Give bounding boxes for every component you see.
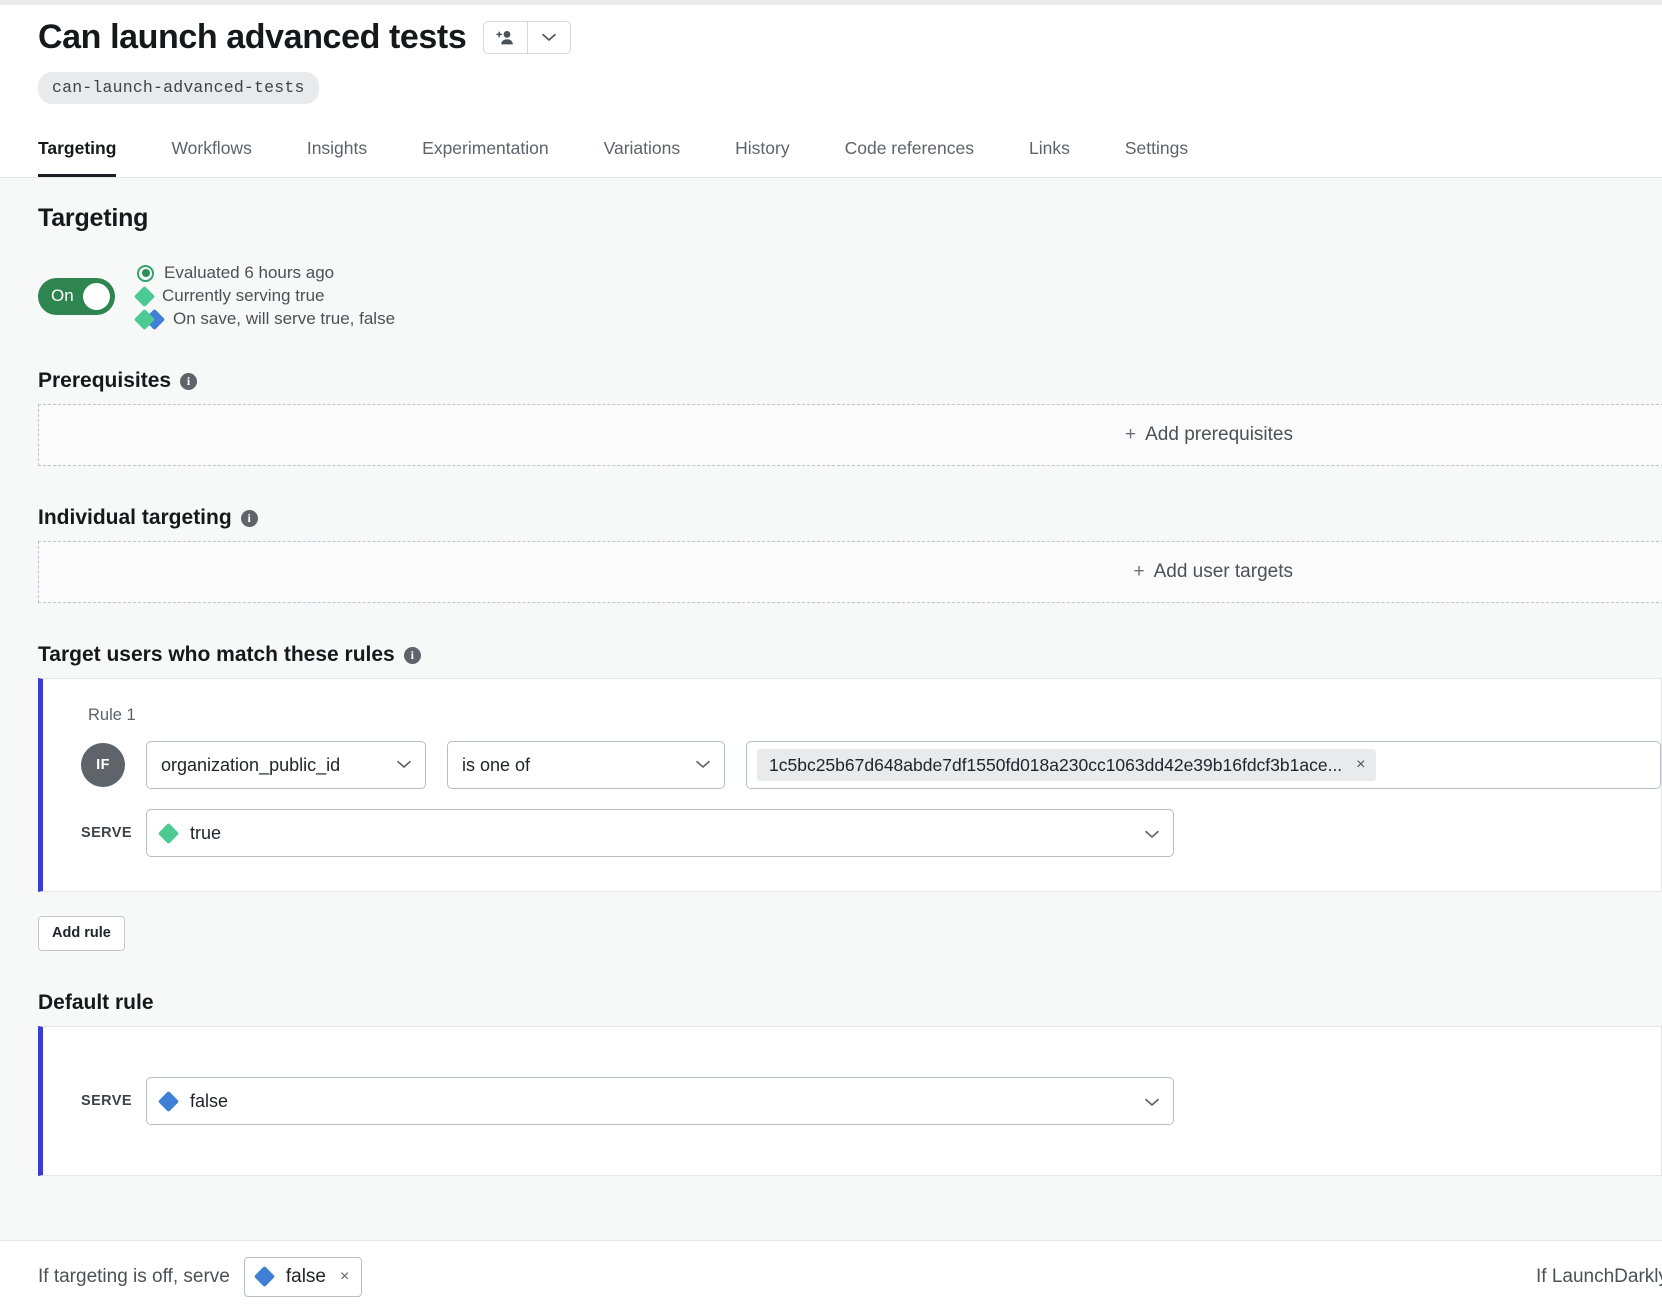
if-badge: IF — [81, 743, 125, 787]
rule-serve-select[interactable]: true — [146, 809, 1174, 857]
plus-icon: + — [1125, 424, 1136, 446]
title-row: Can launch advanced tests — [0, 19, 1662, 56]
individual-targeting-dropzone[interactable]: + Add user targets — [38, 541, 1662, 603]
add-rule-button[interactable]: Add rule — [38, 916, 125, 951]
default-rule-card: SERVE false — [38, 1026, 1662, 1176]
prerequisites-heading: Prerequisites — [38, 369, 171, 393]
add-person-icon[interactable] — [484, 22, 527, 53]
operator-select[interactable]: is one of — [447, 741, 725, 789]
off-variation-row: If targeting is off, serve false × — [38, 1257, 362, 1297]
flag-header: Can launch advanced tests can-launch-adv… — [0, 5, 1662, 178]
tab-workflows[interactable]: Workflows — [171, 126, 251, 177]
add-user-targets-label: Add user targets — [1154, 561, 1293, 583]
targeting-toggle-label: On — [51, 286, 74, 306]
plus-icon: + — [1133, 561, 1144, 583]
info-icon[interactable]: i — [404, 647, 421, 664]
default-rule-heading: Default rule — [38, 991, 154, 1015]
chevron-down-icon[interactable] — [527, 22, 570, 53]
info-icon[interactable]: i — [180, 373, 197, 390]
prerequisites-heading-row: Prerequisites i — [38, 369, 1662, 393]
value-chip[interactable]: 1c5bc25b67d648abde7df1550fd018a230cc1063… — [757, 749, 1376, 781]
status-line-evaluated: Evaluated 6 hours ago — [137, 263, 395, 283]
status-line-serving: Currently serving true — [137, 286, 395, 306]
status-line-on-save: On save, will serve true, false — [137, 309, 395, 329]
value-chip-text: 1c5bc25b67d648abde7df1550fd018a230cc1063… — [769, 755, 1342, 776]
rule-label: Rule 1 — [88, 706, 1661, 725]
rule-serve-value: true — [190, 823, 221, 844]
rule-clause-row: IF organization_public_id is one of 1c5b… — [81, 741, 1661, 789]
pulse-icon — [137, 265, 154, 282]
default-serve-row: SERVE false — [81, 1077, 1661, 1125]
status-text-evaluated: Evaluated 6 hours ago — [164, 263, 334, 283]
flag-tabs: Targeting Workflows Insights Experimenta… — [0, 126, 1662, 178]
green-diamond-icon — [134, 286, 155, 307]
rule-serve-row: SERVE true — [81, 809, 1661, 857]
off-variation-value: false — [286, 1266, 326, 1288]
page-title: Can launch advanced tests — [38, 19, 466, 56]
chevron-down-icon — [1145, 823, 1159, 844]
tab-settings[interactable]: Settings — [1125, 126, 1188, 177]
individual-targeting-heading-row: Individual targeting i — [38, 506, 1662, 530]
tab-experimentation[interactable]: Experimentation — [422, 126, 548, 177]
chevron-down-icon — [1145, 1091, 1159, 1112]
flag-key-badge: can-launch-advanced-tests — [38, 72, 319, 104]
targeting-panel: Targeting On Evaluated 6 hours ago Curre… — [0, 178, 1662, 1176]
values-input[interactable]: 1c5bc25b67d648abde7df1550fd018a230cc1063… — [746, 741, 1661, 789]
individual-targeting-heading: Individual targeting — [38, 506, 232, 530]
tab-variations[interactable]: Variations — [604, 126, 681, 177]
rules-heading-row: Target users who match these rules i — [38, 643, 1662, 667]
add-user-targets-button[interactable]: + Add user targets — [1133, 561, 1293, 583]
info-icon[interactable]: i — [241, 510, 258, 527]
blue-diamond-icon — [254, 1266, 275, 1287]
tab-code-references[interactable]: Code references — [845, 126, 974, 177]
serve-label: SERVE — [81, 825, 125, 841]
tab-links[interactable]: Links — [1029, 126, 1070, 177]
operator-select-value: is one of — [462, 755, 530, 776]
off-variation-label: If targeting is off, serve — [38, 1266, 230, 1288]
serve-label: SERVE — [81, 1093, 125, 1109]
rules-heading: Target users who match these rules — [38, 643, 395, 667]
targeting-toggle-knob — [83, 283, 110, 310]
blue-diamond-icon — [158, 1091, 179, 1112]
tab-insights[interactable]: Insights — [307, 126, 367, 177]
tab-targeting[interactable]: Targeting — [38, 126, 116, 177]
tab-history[interactable]: History — [735, 126, 789, 177]
prerequisites-dropzone[interactable]: + Add prerequisites — [38, 404, 1662, 466]
chevron-down-icon — [397, 756, 411, 774]
chevron-down-icon — [696, 756, 710, 774]
footer-note: If LaunchDarkly — [1536, 1266, 1662, 1288]
default-serve-value: false — [190, 1091, 228, 1112]
status-lines: Evaluated 6 hours ago Currently serving … — [137, 263, 395, 329]
default-rule-heading-row: Default rule — [38, 991, 1662, 1015]
targeting-section-title: Targeting — [0, 204, 1662, 233]
status-text-on-save: On save, will serve true, false — [173, 309, 395, 329]
attribute-select-value: organization_public_id — [161, 755, 340, 776]
targeting-footer: If targeting is off, serve false × If La… — [0, 1240, 1662, 1312]
green-diamond-icon — [158, 823, 179, 844]
targeting-status-block: On Evaluated 6 hours ago Currently servi… — [38, 263, 1662, 329]
close-icon[interactable]: × — [340, 1268, 349, 1286]
close-icon[interactable]: × — [1356, 756, 1365, 774]
flag-actions-button-group[interactable] — [483, 21, 571, 54]
off-variation-chip[interactable]: false × — [244, 1257, 362, 1297]
attribute-select[interactable]: organization_public_id — [146, 741, 426, 789]
targeting-toggle[interactable]: On — [38, 278, 115, 315]
rule-card: Rule 1 IF organization_public_id is one … — [38, 678, 1662, 892]
default-serve-select[interactable]: false — [146, 1077, 1174, 1125]
add-prerequisites-button[interactable]: + Add prerequisites — [1125, 424, 1293, 446]
green-blue-diamond-icon — [137, 312, 163, 327]
status-text-serving: Currently serving true — [162, 286, 325, 306]
add-prerequisites-label: Add prerequisites — [1145, 424, 1293, 446]
